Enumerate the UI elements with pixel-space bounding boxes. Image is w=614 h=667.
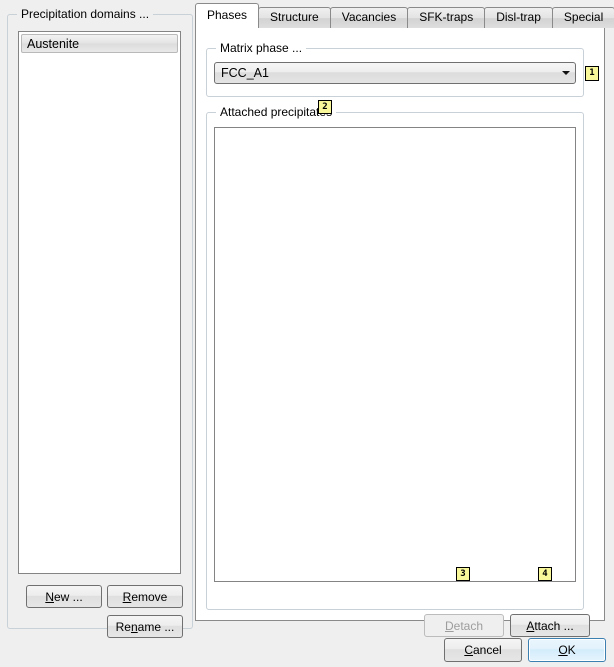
cancel-button-label-post: ancel	[472, 643, 502, 657]
tab-special-label: Special	[563, 10, 604, 24]
tab-structure-label: Structure	[270, 10, 319, 24]
list-item[interactable]: Austenite	[21, 34, 178, 53]
tab-panel-phases: Matrix phase ... FCC_A1 Attached precipi…	[195, 27, 605, 637]
tab-phases[interactable]: Phases	[195, 3, 260, 28]
remove-button[interactable]: Remove	[107, 585, 183, 608]
cancel-button[interactable]: Cancel	[444, 638, 522, 662]
new-button[interactable]: New ...	[26, 585, 102, 608]
tab-sfk-traps-label: SFK-traps	[419, 10, 474, 24]
attached-precipitates-listbox[interactable]	[214, 127, 576, 582]
tab-vacancies[interactable]: Vacancies	[329, 7, 409, 28]
annotation-badge-3: 3	[456, 567, 470, 581]
tab-strip: Phases Structure Vacancies SFK-traps Dis…	[195, 3, 614, 28]
rename-button-label-post: ame ...	[137, 619, 175, 634]
matrix-phase-combo[interactable]: FCC_A1	[214, 62, 576, 84]
tab-control: Phases Structure Vacancies SFK-traps Dis…	[195, 3, 614, 637]
list-item-label: Austenite	[27, 37, 80, 51]
tab-structure[interactable]: Structure	[258, 7, 331, 28]
rename-button[interactable]: Rename ...	[107, 615, 183, 638]
detach-button-label-post: etach	[453, 618, 484, 633]
ok-button-label-post: K	[567, 643, 576, 657]
precipitation-domains-listbox[interactable]: Austenite	[18, 31, 181, 574]
remove-button-label-post: emove	[131, 589, 168, 604]
annotation-badge-1: 1	[585, 66, 599, 81]
detach-button[interactable]: Detach	[424, 614, 504, 637]
matrix-phase-title: Matrix phase ...	[216, 41, 307, 55]
tab-special[interactable]: Special	[551, 7, 614, 28]
matrix-phase-value: FCC_A1	[221, 66, 269, 80]
chevron-down-icon[interactable]	[557, 71, 575, 75]
detach-button-mnemonic: D	[444, 618, 454, 633]
precipitation-domains-title: Precipitation domains ...	[17, 7, 154, 21]
annotation-badge-2: 2	[318, 100, 332, 114]
tab-phases-label: Phases	[207, 8, 248, 22]
new-button-mnemonic: N	[45, 589, 54, 604]
tab-disl-trap-label: Disl-trap	[496, 10, 541, 24]
tab-sfk-traps[interactable]: SFK-traps	[407, 7, 486, 28]
remove-button-mnemonic: R	[122, 589, 132, 604]
matrix-phase-group: Matrix phase ... FCC_A1	[206, 41, 584, 97]
annotation-badge-4: 4	[538, 567, 552, 581]
tab-vacancies-label: Vacancies	[341, 10, 397, 24]
rename-button-label-pre: Re	[115, 619, 131, 634]
new-button-label-post: ew ...	[53, 589, 83, 604]
attach-button-label-post: ttach ...	[534, 618, 574, 633]
ok-button-mnemonic: O	[558, 643, 568, 657]
ok-button[interactable]: OK	[528, 638, 606, 662]
precipitation-domains-group: Precipitation domains ... Austenite New …	[7, 7, 193, 638]
tab-disl-trap[interactable]: Disl-trap	[484, 7, 553, 28]
attach-button[interactable]: Attach ...	[510, 614, 590, 637]
rename-button-mnemonic: n	[130, 619, 138, 634]
cancel-button-mnemonic: C	[464, 643, 473, 657]
attached-precipitates-group: Attached precipitates	[206, 105, 584, 610]
